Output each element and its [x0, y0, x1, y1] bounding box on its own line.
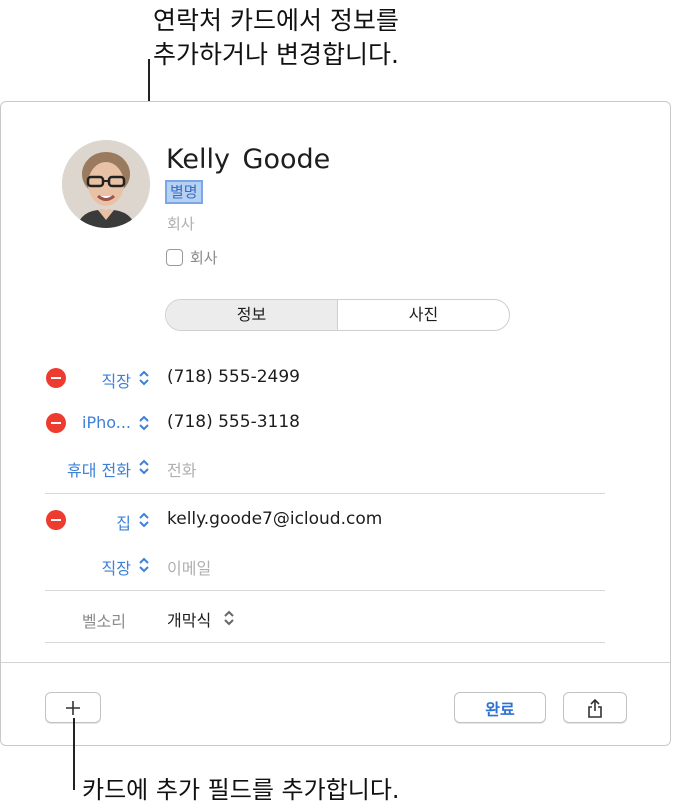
plus-icon [66, 700, 80, 715]
avatar[interactable] [62, 140, 150, 228]
phone-label-3[interactable]: 휴대 전화 [67, 457, 131, 481]
up-down-chevron-icon[interactable] [138, 457, 150, 477]
share-icon [588, 698, 602, 718]
done-button[interactable]: 완료 [454, 692, 546, 723]
email-label-1[interactable]: 집 [116, 510, 131, 534]
divider [45, 642, 605, 643]
tab-info[interactable]: 정보 [166, 300, 338, 330]
info-photo-tabs: 정보 사진 [165, 299, 510, 331]
email-label-2[interactable]: 직장 [102, 555, 131, 579]
share-button[interactable] [563, 692, 627, 723]
email-row-1: 집 kelly.goode7@icloud.com [1, 505, 670, 535]
ringtone-row: 벨소리 개막식 [1, 603, 670, 633]
remove-icon[interactable] [46, 510, 66, 530]
company-field[interactable]: 회사 [167, 213, 195, 234]
callout-bottom-leader [73, 718, 75, 790]
up-down-chevron-icon[interactable] [223, 608, 235, 628]
callout-bottom: 카드에 추가 필드를 추가합니다. [82, 776, 400, 804]
phone-value-2[interactable]: (718) 555-3118 [167, 412, 300, 432]
phone-label-1[interactable]: 직장 [102, 368, 131, 392]
callout-top-line2: 추가하거나 변경합니다. [153, 40, 399, 69]
divider [45, 493, 605, 494]
ringtone-label: 벨소리 [81, 612, 126, 631]
contact-card-window: Kelly Goode 별명 회사 회사 정보 사진 직장 (718) 555-… [0, 101, 671, 746]
divider [45, 590, 605, 591]
email-value-1[interactable]: kelly.goode7@icloud.com [167, 509, 382, 529]
email-input-placeholder[interactable]: 이메일 [167, 555, 211, 579]
phone-value-1[interactable]: (718) 555-2499 [167, 367, 300, 387]
callout-top-line1: 연락처 카드에서 정보를 [153, 6, 399, 35]
up-down-chevron-icon[interactable] [138, 510, 150, 530]
email-row-2: 직장 이메일 [1, 550, 670, 580]
ringtone-value[interactable]: 개막식 [167, 607, 211, 631]
callout-top: 연락처 카드에서 정보를 추가하거나 변경합니다. [153, 4, 399, 72]
phone-row-1: 직장 (718) 555-2499 [1, 363, 670, 393]
phone-row-3: 휴대 전화 전화 [1, 452, 670, 482]
up-down-chevron-icon[interactable] [138, 555, 150, 575]
up-down-chevron-icon[interactable] [138, 413, 150, 433]
up-down-chevron-icon[interactable] [138, 368, 150, 388]
contact-name[interactable]: Kelly Goode [166, 144, 330, 175]
company-checkbox-label: 회사 [190, 249, 218, 267]
remove-icon[interactable] [46, 413, 66, 433]
footer-divider [1, 662, 670, 663]
nickname-field[interactable]: 별명 [165, 180, 203, 204]
company-checkbox[interactable] [166, 249, 183, 266]
phone-row-2: iPho... (718) 555-3118 [1, 408, 670, 438]
phone-label-2[interactable]: iPho... [82, 413, 131, 432]
company-checkbox-row[interactable]: 회사 [166, 247, 218, 268]
remove-icon[interactable] [46, 368, 66, 388]
tab-photos[interactable]: 사진 [338, 300, 509, 330]
phone-input-placeholder[interactable]: 전화 [167, 457, 196, 481]
